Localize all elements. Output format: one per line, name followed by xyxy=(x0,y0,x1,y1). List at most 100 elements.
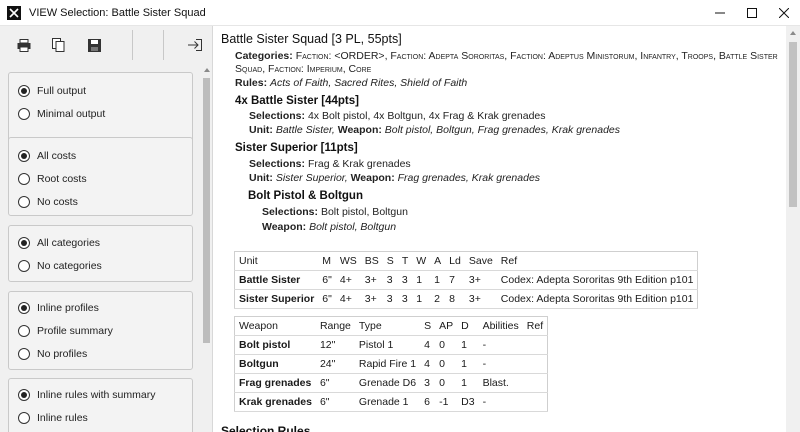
sister-superior-unit-line: Unit: Sister Superior, Weapon: Frag gren… xyxy=(249,172,540,184)
radio-label: No costs xyxy=(37,196,78,208)
radio-button[interactable] xyxy=(18,150,30,162)
print-button[interactable] xyxy=(6,30,41,60)
maximize-icon xyxy=(747,8,757,18)
rules-group: Inline rules with summary Inline rules xyxy=(8,378,193,432)
categories-label: Categories: xyxy=(235,50,293,62)
toolbar-separator xyxy=(162,30,164,60)
table-cell: 3+ xyxy=(364,274,377,286)
bolt-selections: Selections: Bolt pistol, Boltgun xyxy=(262,206,408,218)
table-cell: 2 xyxy=(434,293,440,305)
weapon-value: Frag grenades, Krak grenades xyxy=(397,172,541,184)
radio-button[interactable] xyxy=(18,196,30,208)
table-cell: 3 xyxy=(386,274,393,286)
profiles-group: Inline profiles Profile summary No profi… xyxy=(8,291,193,370)
selections-value: Bolt pistol, Boltgun xyxy=(320,206,408,218)
unit-label: Unit: xyxy=(249,172,273,184)
window-title: VIEW Selection: Battle Sister Squad xyxy=(29,6,206,19)
table-cell xyxy=(523,393,548,412)
content-scrollbar[interactable] xyxy=(786,26,800,432)
table-cell: Battle Sister xyxy=(239,274,301,286)
radio-label: Profile summary xyxy=(37,325,113,337)
radio-all-costs[interactable]: All costs xyxy=(18,148,76,164)
table-cell: 3+ xyxy=(468,293,481,305)
radio-inline-rules[interactable]: Inline rules xyxy=(18,410,88,426)
radio-inline-rules-summary[interactable]: Inline rules with summary xyxy=(18,387,155,403)
radio-all-categories[interactable]: All categories xyxy=(18,235,100,251)
radio-profile-summary[interactable]: Profile summary xyxy=(18,323,113,339)
unit-value: Battle Sister, xyxy=(275,124,335,136)
sister-superior-heading: Sister Superior [11pts] xyxy=(235,142,358,154)
radio-no-profiles[interactable]: No profiles xyxy=(18,346,87,362)
column-header: Save xyxy=(468,255,493,267)
radio-button[interactable] xyxy=(18,260,30,272)
table-cell: 3+ xyxy=(364,293,377,305)
radio-minimal-output[interactable]: Minimal output xyxy=(18,106,105,122)
scrollbar-thumb[interactable] xyxy=(789,42,797,207)
radio-root-costs[interactable]: Root costs xyxy=(18,171,87,187)
table-cell xyxy=(523,374,548,393)
radio-button[interactable] xyxy=(18,302,30,314)
rules-value: Acts of Faith, Sacred Rites, Shield of F… xyxy=(270,77,468,89)
table-cell: - xyxy=(482,339,487,351)
table-cell: Pistol 1 xyxy=(358,339,394,351)
column-header: AP xyxy=(439,320,454,332)
radio-inline-profiles[interactable]: Inline profiles xyxy=(18,300,99,316)
radio-button[interactable] xyxy=(18,85,30,97)
toolbar xyxy=(0,26,213,64)
radio-full-output[interactable]: Full output xyxy=(18,83,86,99)
table-cell xyxy=(523,336,548,355)
exit-button[interactable] xyxy=(178,30,213,60)
radio-button[interactable] xyxy=(18,173,30,185)
table-header-row: Unit M WS BS S T W A Ld Save Ref xyxy=(234,252,698,271)
table-cell: 0 xyxy=(439,358,445,370)
table-cell: 3 xyxy=(424,377,430,389)
copy-button[interactable] xyxy=(41,30,76,60)
table-cell: 1 xyxy=(416,293,423,305)
table-cell: 1 xyxy=(434,274,440,286)
maximize-button[interactable] xyxy=(736,0,768,26)
table-cell: Bolt pistol xyxy=(239,339,291,351)
radio-button[interactable] xyxy=(18,412,30,424)
bolt-pistol-boltgun-heading: Bolt Pistol & Boltgun xyxy=(248,190,363,202)
table-cell: 3+ xyxy=(468,274,481,286)
table-header-row: Weapon Range Type S AP D Abilities Ref xyxy=(234,317,548,336)
close-button[interactable] xyxy=(768,0,800,26)
table-row: Boltgun 24" Rapid Fire 1 4 0 1 - xyxy=(234,355,548,374)
table-cell: -1 xyxy=(439,396,449,408)
radio-label: All costs xyxy=(37,150,77,162)
radio-button[interactable] xyxy=(18,237,30,249)
radio-button[interactable] xyxy=(18,389,30,401)
scroll-up-arrow-icon[interactable] xyxy=(204,68,210,72)
options-panel: Full output Minimal output All costs Roo… xyxy=(0,26,213,432)
scrollbar-thumb[interactable] xyxy=(203,78,210,343)
unit-profile-table: Unit M WS BS S T W A Ld Save Ref Battle … xyxy=(234,251,699,309)
column-header: Abilities xyxy=(482,320,519,332)
radio-no-costs[interactable]: No costs xyxy=(18,194,78,210)
battle-sister-selections: Selections: 4x Bolt pistol, 4x Boltgun, … xyxy=(249,110,546,122)
column-header: Weapon xyxy=(239,320,278,332)
table-cell: 1 xyxy=(461,377,467,389)
save-button[interactable] xyxy=(76,30,111,60)
radio-button[interactable] xyxy=(18,108,30,120)
unit-heading: Battle Sister Squad [3 PL, 55pts] xyxy=(221,32,402,46)
table-cell: - xyxy=(482,358,487,370)
bolt-weapon-line: Weapon: Bolt pistol, Boltgun xyxy=(262,221,396,233)
table-cell: 4+ xyxy=(339,293,352,305)
minimize-icon xyxy=(715,12,725,14)
radio-no-categories[interactable]: No categories xyxy=(18,258,102,274)
radio-label: Inline rules xyxy=(37,412,88,424)
radio-button[interactable] xyxy=(18,325,30,337)
table-row: Frag grenades 6" Grenade D6 3 0 1 Blast. xyxy=(234,374,548,393)
weapon-value: Bolt pistol, Boltgun, Frag grenades, Kra… xyxy=(384,124,621,136)
options-scrollbar[interactable] xyxy=(201,66,212,432)
column-header: WS xyxy=(339,255,357,267)
categories-group: All categories No categories xyxy=(8,225,193,282)
table-row: Bolt pistol 12" Pistol 1 4 0 1 - xyxy=(234,336,548,355)
scroll-up-arrow-icon[interactable] xyxy=(790,31,796,35)
exit-icon xyxy=(188,39,203,51)
column-header: S xyxy=(424,320,432,332)
table-cell: 1 xyxy=(461,358,467,370)
minimize-button[interactable] xyxy=(704,0,736,26)
table-cell: - xyxy=(482,396,487,408)
radio-button[interactable] xyxy=(18,348,30,360)
